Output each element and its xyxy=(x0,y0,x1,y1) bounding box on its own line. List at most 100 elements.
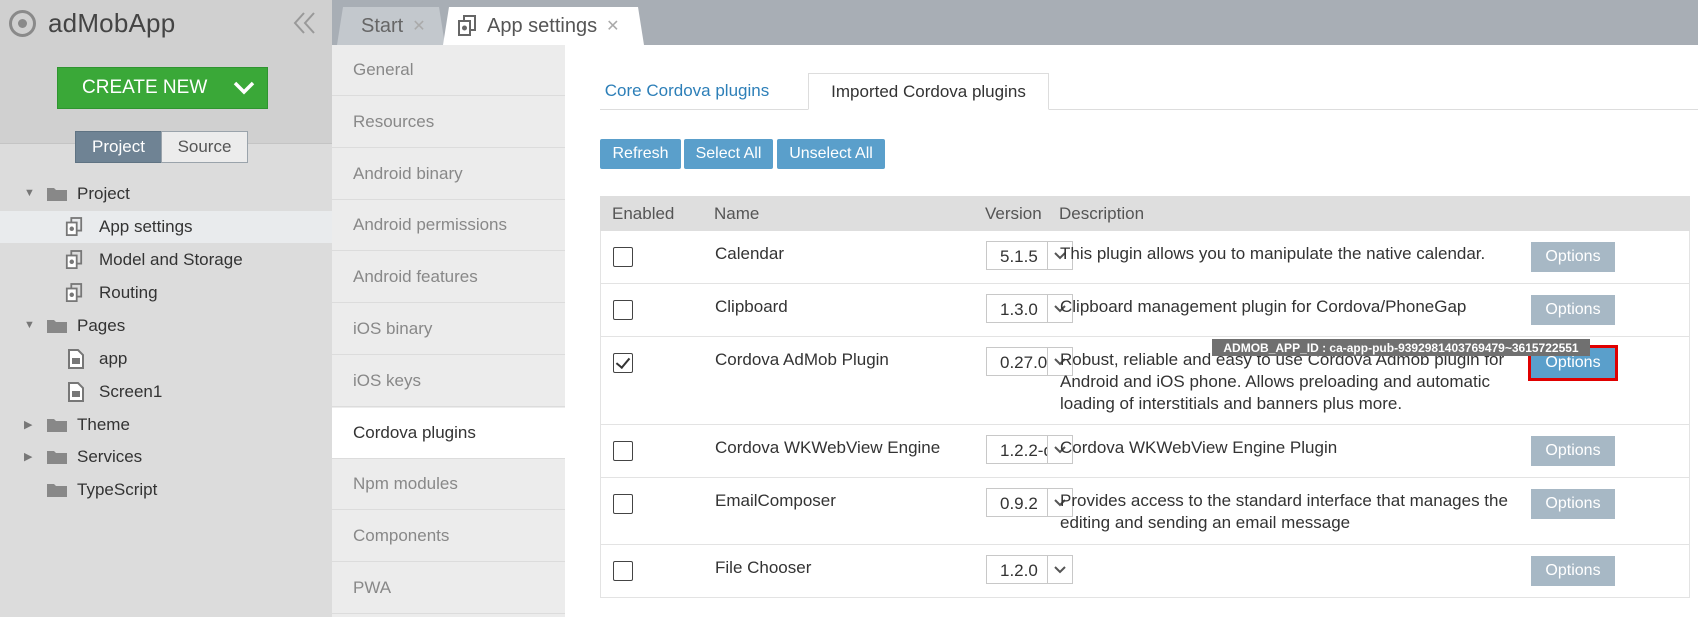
tree-item[interactable]: Model and Storage xyxy=(0,244,332,276)
close-icon[interactable]: ✕ xyxy=(412,16,425,36)
options-button[interactable]: Options xyxy=(1531,489,1615,519)
settings-nav-item[interactable]: Cordova plugins xyxy=(332,407,565,459)
tree-item-label: Services xyxy=(77,447,143,466)
tree-item[interactable]: TypeScript xyxy=(0,474,332,506)
settings-page-icon xyxy=(65,250,83,269)
settings-nav-item[interactable]: Npm modules xyxy=(332,459,565,511)
cordova-plugins-panel: Core Cordova plugins Imported Cordova pl… xyxy=(565,45,1698,617)
tree-item-label: app xyxy=(99,349,128,368)
tab-start[interactable]: Start ✕ xyxy=(337,7,445,45)
enabled-checkbox[interactable] xyxy=(613,300,633,320)
settings-page-icon xyxy=(65,217,83,236)
folder-icon xyxy=(47,320,67,333)
version-value: 5.1.5 xyxy=(1000,247,1038,266)
unselect-all-button[interactable]: Unselect All xyxy=(777,139,885,169)
plugin-description: Provides access to the standard interfac… xyxy=(1060,491,1508,532)
settings-nav-item[interactable]: Android features xyxy=(332,252,565,304)
version-value: 1.2.2-dev xyxy=(1000,441,1048,460)
options-button[interactable]: Options xyxy=(1531,436,1615,466)
chevron-down-icon[interactable] xyxy=(1047,556,1072,583)
tree-item[interactable]: ▶ Services xyxy=(0,441,332,473)
sidebar-header: adMobApp CREATE NEW xyxy=(0,0,332,144)
close-icon[interactable]: ✕ xyxy=(606,16,619,36)
settings-nav-item[interactable]: PWA xyxy=(332,563,565,614)
table-row: Calendar 5.1.5 This plugin allows you to m… xyxy=(600,231,1690,284)
plugin-description: This plugin allows you to manipulate the… xyxy=(1060,244,1486,263)
plugin-name: Cordova AdMob Plugin xyxy=(715,350,889,369)
settings-nav-item[interactable]: Components xyxy=(332,511,565,563)
tree-item[interactable]: ▶ Theme xyxy=(0,409,332,441)
tab-app-settings-label: App settings xyxy=(487,14,598,37)
app-logo-icon xyxy=(9,10,36,37)
expanded-arrow-icon[interactable]: ▼ xyxy=(24,187,36,199)
tree-item[interactable]: app xyxy=(0,343,332,375)
refresh-button[interactable]: Refresh xyxy=(600,139,681,169)
header-enabled: Enabled xyxy=(612,204,675,223)
page-icon xyxy=(68,349,84,369)
version-value: 0.27.0 xyxy=(1000,353,1048,372)
settings-nav-item[interactable]: iOS binary xyxy=(332,304,565,355)
plugin-description: Cordova WKWebView Engine Plugin xyxy=(1060,438,1338,457)
enabled-checkbox[interactable] xyxy=(613,247,633,267)
options-button[interactable]: Options xyxy=(1531,242,1615,272)
tree-item[interactable]: Routing xyxy=(0,277,332,309)
header-version: Version xyxy=(985,204,1042,223)
create-new-button[interactable]: CREATE NEW xyxy=(57,67,268,109)
tab-core-cordova-plugins[interactable]: Core Cordova plugins xyxy=(600,73,774,110)
table-row: Cordova WKWebView Engine 1.2.2-dev Cordova… xyxy=(600,425,1690,478)
project-toggle-button[interactable]: Project xyxy=(75,131,162,163)
plugin-name: Clipboard xyxy=(715,297,788,316)
collapse-sidebar-icon[interactable] xyxy=(292,10,318,36)
table-row: Clipboard 1.3.0 Clipboard management plugi… xyxy=(600,284,1690,337)
collapsed-arrow-icon[interactable]: ▶ xyxy=(24,450,36,463)
header-description: Description xyxy=(1059,204,1145,223)
table-header: Enabled Name Version Description xyxy=(600,196,1690,231)
tree-item-label: Screen1 xyxy=(99,382,163,401)
page-icon xyxy=(68,382,84,402)
select-all-button[interactable]: Select All xyxy=(684,139,773,169)
tree-item-label: Theme xyxy=(77,415,130,434)
tab-start-label: Start xyxy=(361,14,404,37)
enabled-checkbox[interactable] xyxy=(613,561,633,581)
tab-app-settings[interactable]: App settings ✕ xyxy=(443,7,644,45)
plugin-name: Calendar xyxy=(715,244,784,263)
enabled-checkbox-checked[interactable] xyxy=(613,353,633,373)
options-button[interactable]: Options xyxy=(1531,556,1615,586)
plugin-description: Robust, reliable and easy to use Cordova… xyxy=(1060,350,1505,413)
plugin-description: Clipboard management plugin for Cordova/… xyxy=(1060,297,1467,316)
settings-nav-item[interactable]: Android binary xyxy=(332,149,565,200)
sidebar: adMobApp CREATE NEW Project Source ▼ Proj… xyxy=(0,0,332,617)
header-name: Name xyxy=(714,204,760,223)
tree-item-label: TypeScript xyxy=(77,480,158,499)
tree-item[interactable]: Screen1 xyxy=(0,376,332,408)
enabled-checkbox[interactable] xyxy=(613,494,633,514)
tree-item[interactable]: ▼ Project xyxy=(0,178,332,210)
collapsed-arrow-icon[interactable]: ▶ xyxy=(24,418,36,431)
version-value: 1.3.0 xyxy=(1000,300,1038,319)
chevron-down-icon[interactable] xyxy=(221,68,267,108)
settings-nav-item[interactable]: Android permissions xyxy=(332,200,565,252)
tree-item-label: Routing xyxy=(99,283,158,302)
expanded-arrow-icon[interactable]: ▼ xyxy=(24,319,36,331)
source-toggle-button[interactable]: Source xyxy=(161,131,248,163)
version-select[interactable]: 1.2.0 xyxy=(986,555,1073,584)
settings-nav-item[interactable]: General xyxy=(332,45,565,96)
tree-item-label: App settings xyxy=(99,217,193,236)
plugin-id-tooltip: ADMOB_APP_ID : ca-app-pub-93929814037694… xyxy=(1212,339,1590,356)
table-row: File Chooser 1.2.0 Options xyxy=(600,545,1690,598)
folder-icon xyxy=(47,484,67,497)
settings-page-icon xyxy=(457,15,477,37)
plugin-name: EmailComposer xyxy=(715,491,836,510)
options-button[interactable]: Options xyxy=(1531,295,1615,325)
settings-nav-item[interactable]: iOS keys xyxy=(332,356,565,407)
enabled-checkbox[interactable] xyxy=(613,441,633,461)
settings-nav-item[interactable]: Resources xyxy=(332,97,565,148)
tree-item-label: Project xyxy=(77,184,130,203)
tree-item[interactable]: App settings xyxy=(0,211,332,243)
version-value: 0.9.2 xyxy=(1000,494,1038,513)
folder-icon xyxy=(47,188,67,201)
tab-imported-cordova-plugins[interactable]: Imported Cordova plugins xyxy=(808,73,1049,110)
tree-item[interactable]: ▼ Pages xyxy=(0,310,332,342)
folder-icon xyxy=(47,419,67,432)
app-title: adMobApp xyxy=(48,8,176,38)
